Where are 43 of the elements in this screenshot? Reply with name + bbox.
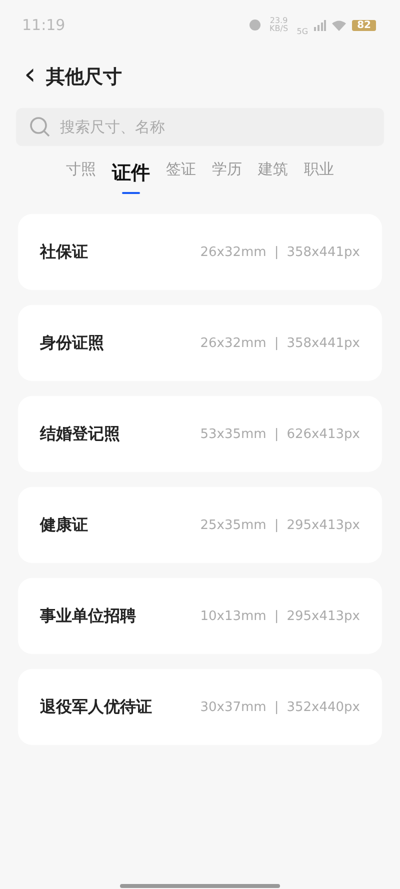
size-mm: 30x37mm xyxy=(200,700,266,714)
separator: | xyxy=(274,700,279,714)
clock: 11:19 xyxy=(22,16,66,34)
page-title: 其他尺寸 xyxy=(46,65,122,90)
size-px: 626x413px xyxy=(286,426,360,442)
size-name: 事业单位招聘 xyxy=(40,606,137,626)
size-px: 295x413px xyxy=(286,518,360,532)
network-speed: 23.9 KB/S xyxy=(268,17,290,33)
separator: | xyxy=(274,426,279,442)
size-mm: 10x13mm xyxy=(200,608,266,624)
size-px: 358x441px xyxy=(286,336,360,350)
size-mm: 25x35mm xyxy=(200,518,266,532)
size-px: 352x440px xyxy=(286,700,360,714)
size-px: 295x413px xyxy=(286,608,360,624)
wifi-icon xyxy=(332,20,346,30)
alarm-icon xyxy=(248,19,261,31)
separator: | xyxy=(274,244,279,260)
search-field[interactable]: 搜索尺寸、名称 xyxy=(16,108,384,146)
size-name: 身份证照 xyxy=(40,332,105,354)
size-card[interactable]: 结婚登记照 53x35mm | 626x413px xyxy=(18,396,382,472)
battery-icon: 82 xyxy=(352,20,376,30)
category-tab[interactable]: 证件 xyxy=(112,160,150,194)
back-button[interactable]: ‹ xyxy=(22,60,38,90)
separator: | xyxy=(274,336,279,350)
size-mm: 53x35mm xyxy=(200,426,266,442)
size-name: 退役军人优待证 xyxy=(40,696,153,718)
size-card[interactable]: 退役军人优待证 30x37mm | 352x440px xyxy=(18,669,382,745)
size-name: 健康证 xyxy=(40,514,89,536)
size-mm: 26x32mm xyxy=(200,336,266,350)
signal-icon xyxy=(314,20,326,30)
size-px: 358x441px xyxy=(286,244,360,260)
size-card[interactable]: 身份证照 26x32mm | 358x441px xyxy=(18,305,382,381)
size-card[interactable]: 事业单位招聘 10x13mm | 295x413px xyxy=(18,578,382,654)
size-card[interactable]: 社保证 26x32mm | 358x441px xyxy=(18,214,382,290)
size-name: 社保证 xyxy=(40,242,89,262)
separator: | xyxy=(274,608,279,624)
active-tab-indicator xyxy=(122,192,140,194)
size-mm: 26x32mm xyxy=(200,244,266,260)
search-icon xyxy=(30,117,50,137)
size-name: 结婚登记照 xyxy=(40,424,121,444)
size-card[interactable]: 健康证 25x35mm | 295x413px xyxy=(18,487,382,563)
separator: | xyxy=(274,518,279,532)
network-type: 5G xyxy=(296,27,308,36)
